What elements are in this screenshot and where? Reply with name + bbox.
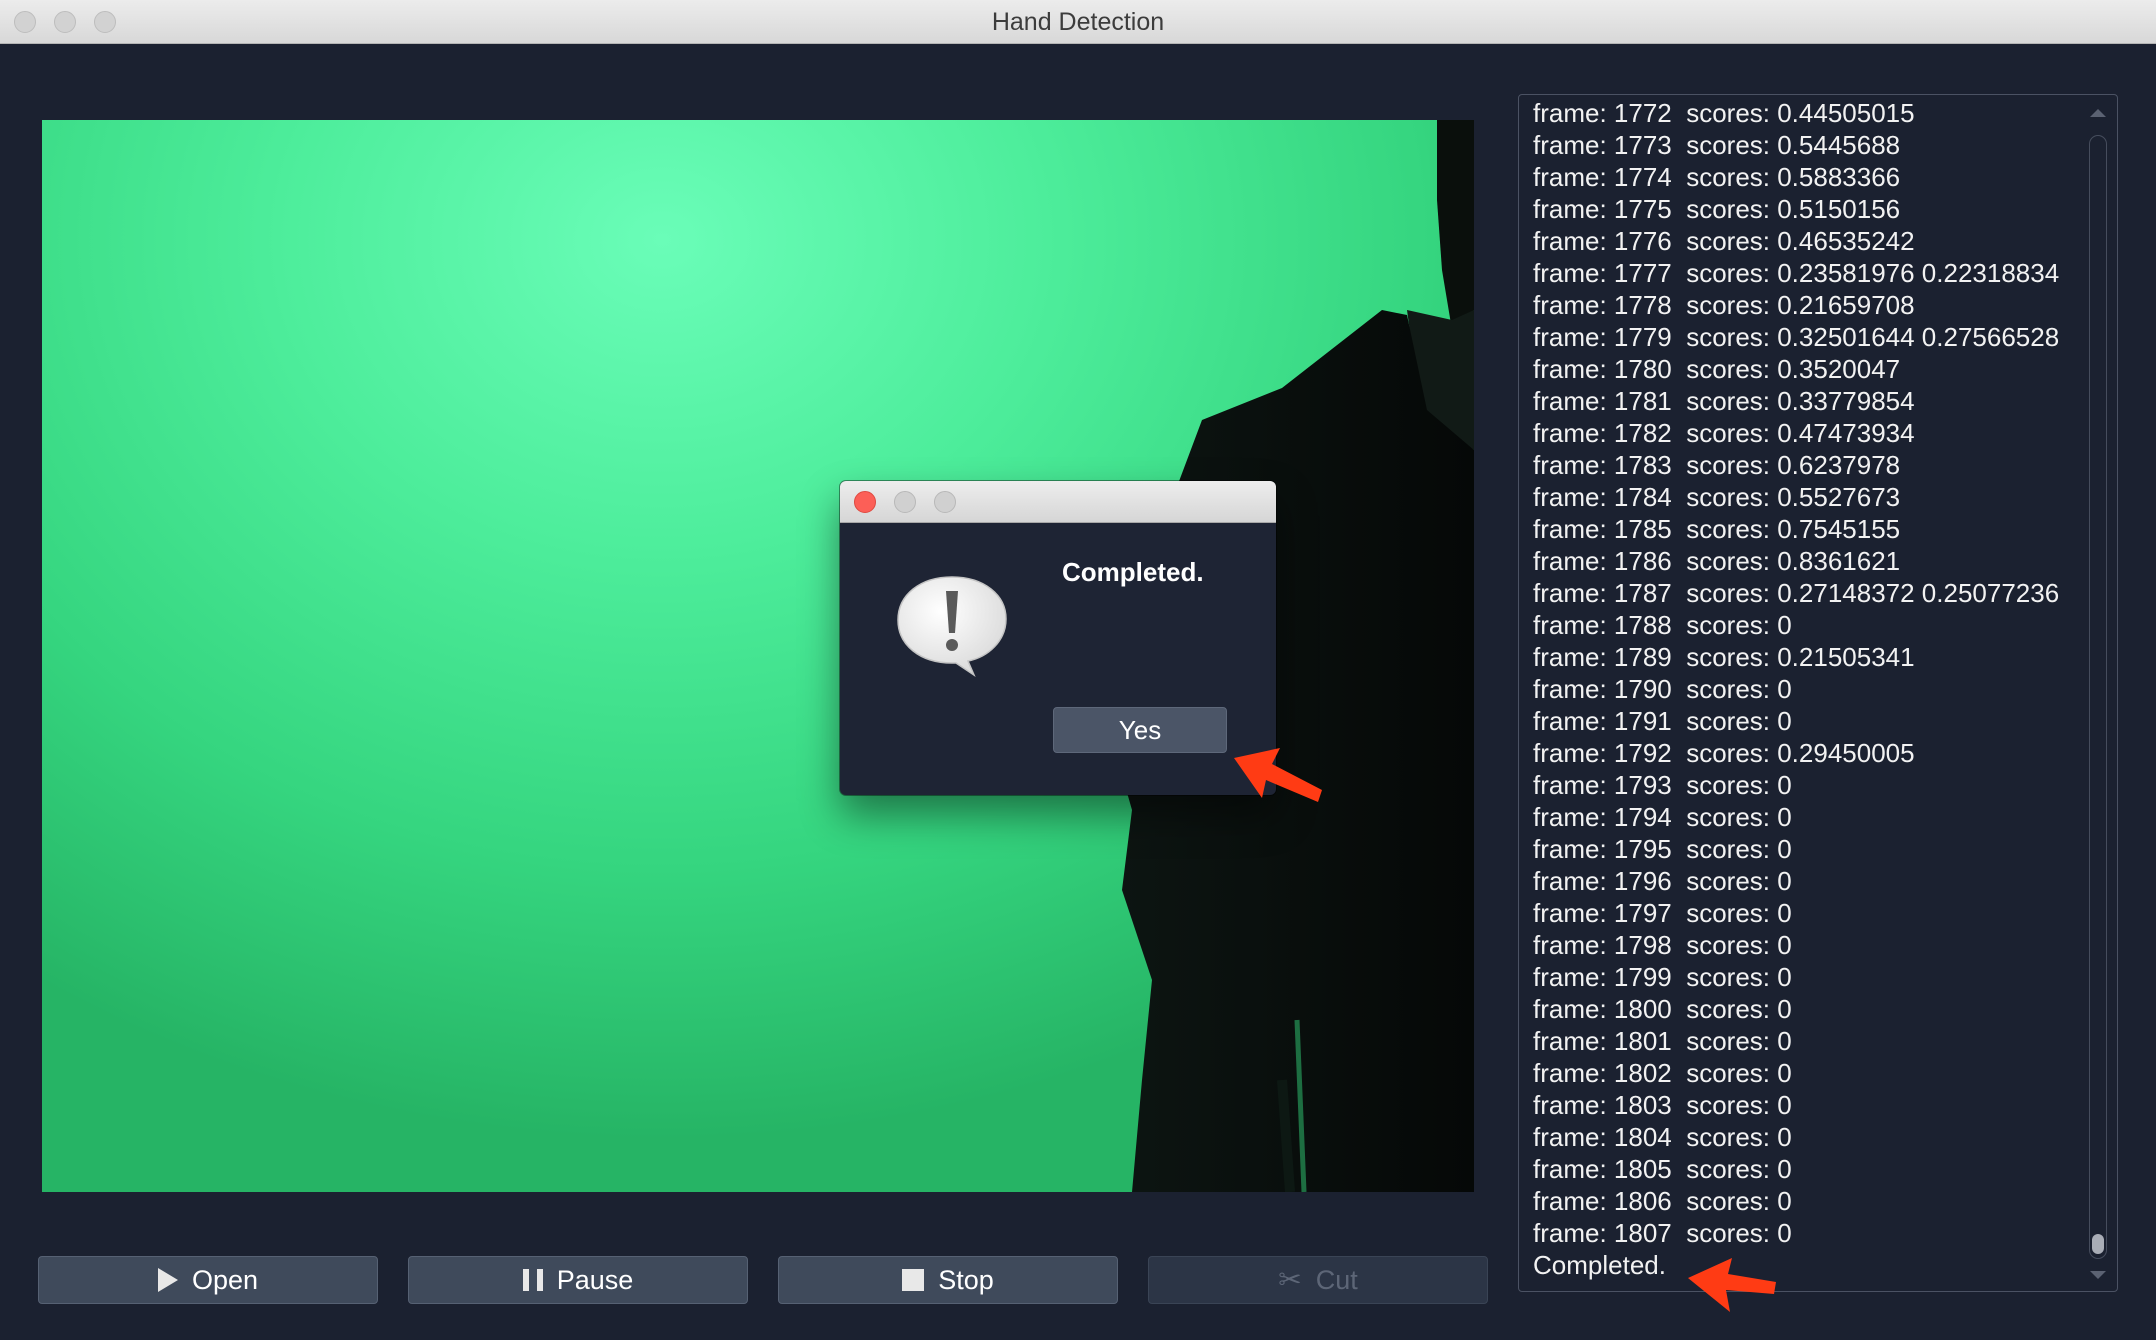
log-line: frame: 1789 scores: 0.21505341 [1533,642,1915,672]
log-line: frame: 1797 scores: 0 [1533,898,1792,928]
stop-button-label: Stop [938,1264,994,1295]
log-line: frame: 1772 scores: 0.44505015 [1533,98,1915,128]
log-line: frame: 1793 scores: 0 [1533,770,1792,800]
play-icon [157,1268,178,1292]
log-line: frame: 1785 scores: 0.7545155 [1533,514,1901,544]
log-line: frame: 1801 scores: 0 [1533,1026,1792,1056]
completion-dialog: Completed. Yes [840,481,1276,795]
log-line: frame: 1779 scores: 0.32501644 0.2756652… [1533,322,2060,352]
open-button-label: Open [191,1264,259,1295]
log-line: frame: 1776 scores: 0.46535242 [1533,226,1915,256]
log-line: frame: 1800 scores: 0 [1533,994,1792,1024]
cut-button[interactable]: ✂ Cut [1148,1256,1488,1304]
log-line: frame: 1796 scores: 0 [1533,866,1792,896]
dialog-message: Completed. [1062,557,1204,587]
log-line: frame: 1802 scores: 0 [1533,1058,1792,1088]
window-title: Hand Detection [991,8,1165,36]
log-line: frame: 1792 scores: 0.29450005 [1533,738,1915,768]
cut-button-label: Cut [1315,1264,1358,1295]
log-line: Completed. [1533,1250,1666,1280]
log-line: frame: 1775 scores: 0.5150156 [1533,194,1901,224]
log-line: frame: 1773 scores: 0.5445688 [1533,130,1901,160]
stop-button[interactable]: Stop [778,1256,1118,1304]
log-line: frame: 1774 scores: 0.5883366 [1533,162,1901,192]
log-scrollbar[interactable] [2085,97,2111,1291]
log-line: frame: 1799 scores: 0 [1533,962,1792,992]
title-bar[interactable]: Hand Detection [0,0,2156,44]
scroll-track[interactable] [2089,135,2107,1259]
dialog-close-button[interactable] [854,491,876,513]
annotation-arrow-icon [1234,748,1322,802]
log-line: frame: 1795 scores: 0 [1533,834,1792,864]
log-line: frame: 1807 scores: 0 [1533,1218,1792,1248]
log-line: frame: 1805 scores: 0 [1533,1154,1792,1184]
pause-button[interactable]: Pause [408,1256,748,1304]
log-line: frame: 1790 scores: 0 [1533,674,1792,704]
log-line: frame: 1781 scores: 0.33779854 [1533,386,1915,416]
log-line: frame: 1782 scores: 0.47473934 [1533,418,1915,448]
pause-button-label: Pause [556,1264,634,1295]
log-line: frame: 1806 scores: 0 [1533,1186,1792,1216]
dialog-zoom-button[interactable] [934,491,956,513]
yes-button[interactable]: Yes [1053,707,1227,753]
log-line: frame: 1784 scores: 0.5527673 [1533,482,1901,512]
log-line: frame: 1786 scores: 0.8361621 [1533,546,1901,576]
scroll-down-arrow-icon[interactable] [2090,1271,2106,1279]
dialog-title-bar[interactable] [840,481,1276,523]
score-log-panel[interactable]: frame: 1772 scores: 0.44505015 frame: 177… [1518,94,2118,1292]
annotation-arrow-icon [1688,1258,1776,1312]
scroll-thumb[interactable] [2092,1234,2104,1254]
pause-icon [522,1269,543,1291]
score-log-list: frame: 1772 scores: 0.44505015 frame: 177… [1533,97,2059,1281]
open-button[interactable]: Open [38,1256,378,1304]
app-window: Hand Detection frame: 1772 scores: 0.445… [0,0,2156,1340]
log-line: frame: 1778 scores: 0.21659708 [1533,290,1915,320]
dialog-minimize-button[interactable] [894,491,916,513]
log-line: frame: 1794 scores: 0 [1533,802,1792,832]
log-line: frame: 1804 scores: 0 [1533,1122,1792,1152]
log-line: frame: 1783 scores: 0.6237978 [1533,450,1901,480]
stop-icon [902,1269,925,1291]
log-line: frame: 1777 scores: 0.23581976 0.2231883… [1533,258,2060,288]
log-line: frame: 1788 scores: 0 [1533,610,1792,640]
log-line: frame: 1803 scores: 0 [1533,1090,1792,1120]
log-line: frame: 1791 scores: 0 [1533,706,1792,736]
warning-speech-bubble-icon [897,576,1007,677]
scissors-icon: ✂ [1278,1264,1302,1295]
log-line: frame: 1787 scores: 0.27148372 0.2507723… [1533,578,2060,608]
scroll-up-arrow-icon[interactable] [2090,109,2106,117]
log-line: frame: 1798 scores: 0 [1533,930,1792,960]
log-line: frame: 1780 scores: 0.3520047 [1533,354,1901,384]
